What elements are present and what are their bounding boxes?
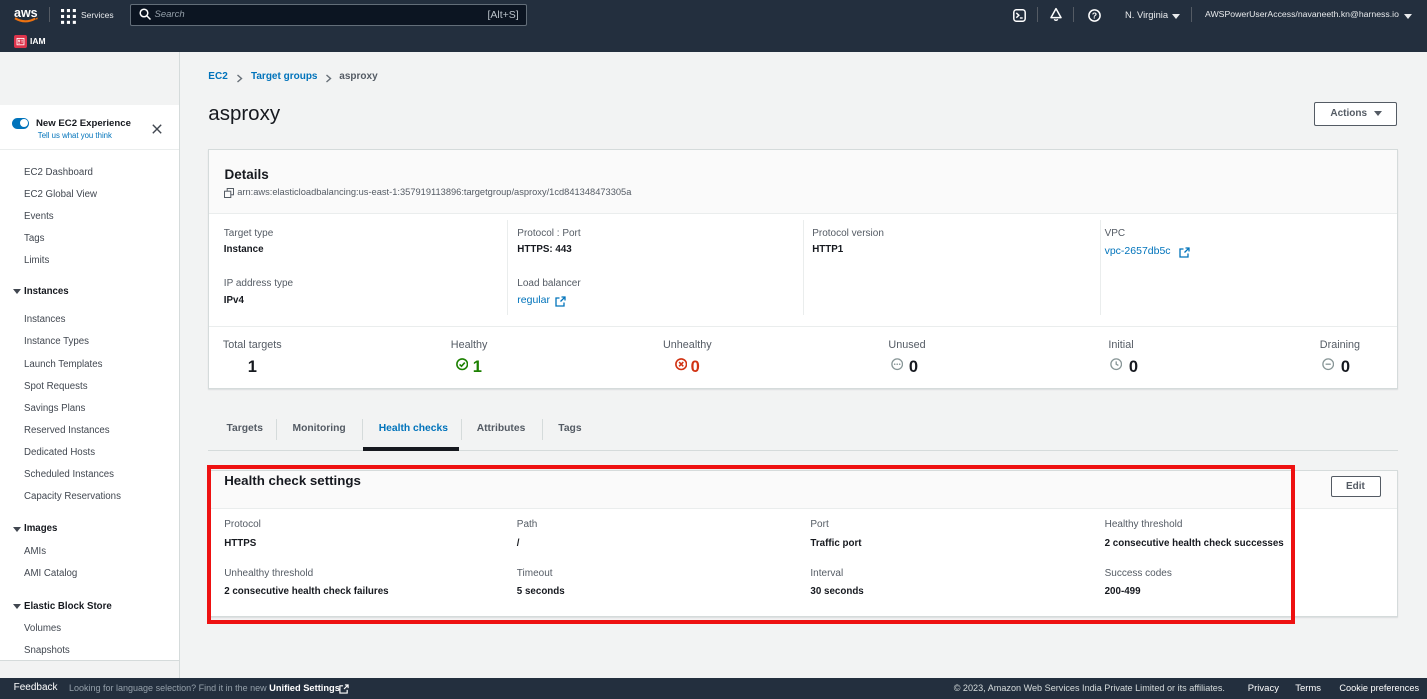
svg-text:?: ?: [1091, 10, 1096, 20]
svg-text:aws: aws: [14, 6, 38, 20]
